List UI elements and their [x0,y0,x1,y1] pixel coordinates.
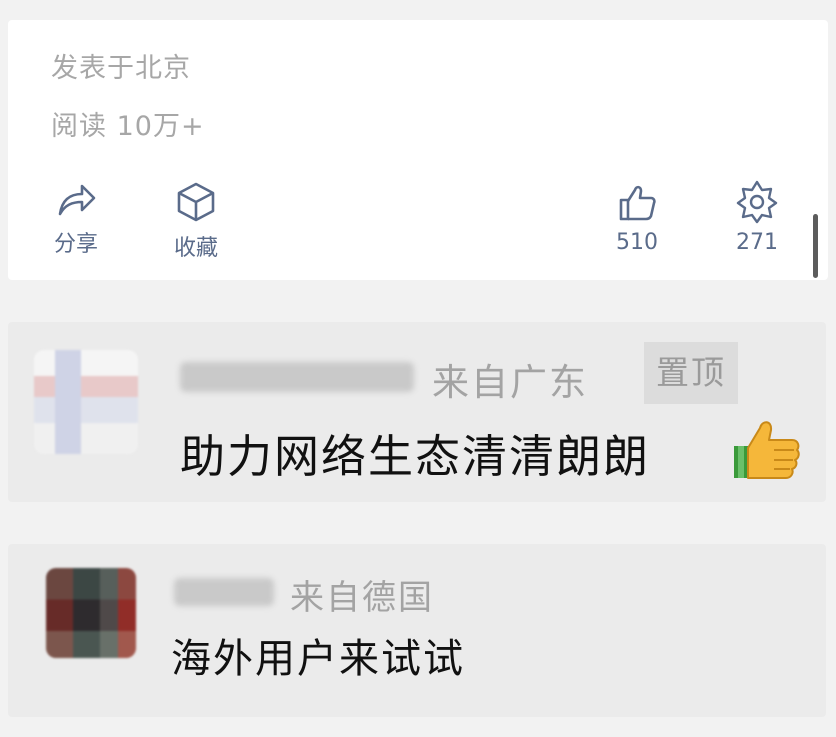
thumbs-up-icon [619,185,656,221]
share-label: 分享 [53,232,98,257]
post-location: 发表于北京 [51,53,191,84]
favorite-cube-icon [177,182,215,222]
share-icon [58,184,96,216]
post-footer-card: 发表于北京 阅读 10万+ 分享 收藏 510 271 [8,20,828,280]
comment-location: 来自广东 [432,361,588,404]
comment-item[interactable]: 来自广东 置顶 助力网络生态清清朗朗 [8,322,826,502]
commenter-name-blurred[interactable] [180,362,414,392]
pinned-badge: 置顶 [644,342,738,404]
thumbs-up-emoji-icon [734,421,800,479]
comment-location: 来自德国 [290,578,434,618]
scrollbar[interactable] [813,214,818,278]
like-button[interactable]: 510 [592,180,682,255]
comment-text: 海外用户来试试 [171,636,465,682]
favorite-label: 收藏 [173,236,218,261]
wow-star-icon [736,180,778,224]
wow-count: 271 [736,230,778,255]
like-count: 510 [616,230,658,255]
comment-item[interactable]: 来自德国 海外用户来试试 [8,544,826,717]
read-count: 阅读 10万+ [51,111,205,142]
commenter-name-blurred[interactable] [174,578,274,606]
wow-button[interactable]: 271 [712,180,802,255]
share-button[interactable]: 分享 [31,180,121,258]
favorite-button[interactable]: 收藏 [151,180,241,262]
comment-text: 助力网络生态清清朗朗 [180,430,651,483]
commenter-avatar[interactable] [34,350,138,454]
commenter-avatar[interactable] [46,568,136,658]
